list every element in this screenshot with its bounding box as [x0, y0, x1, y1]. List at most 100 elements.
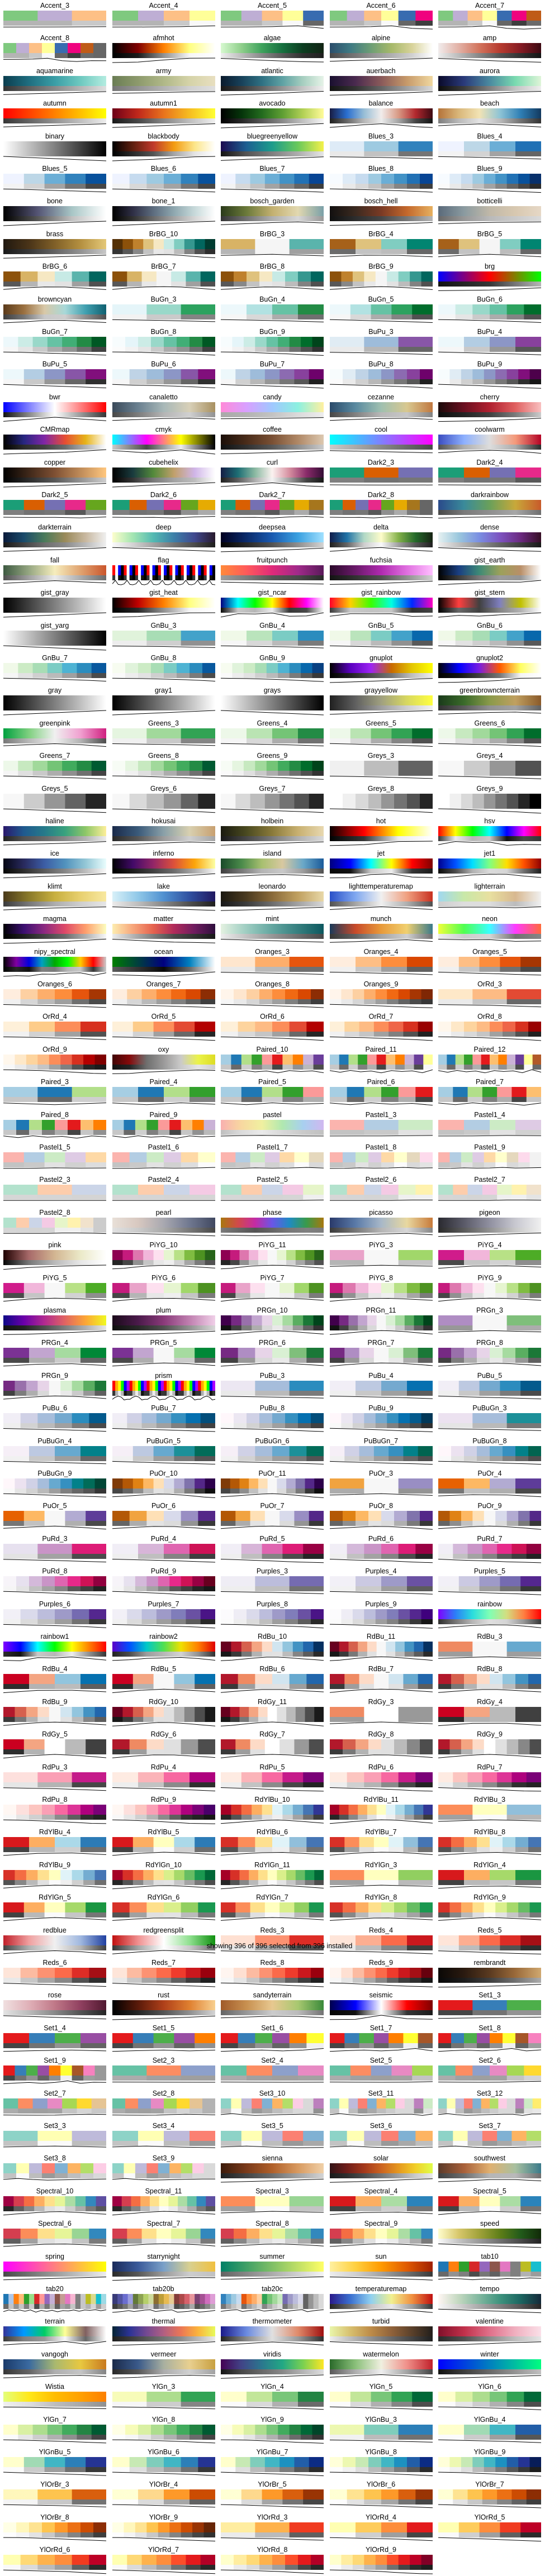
colormap-card[interactable]: PuRd_8 [3, 1567, 106, 1597]
colormap-card[interactable]: PuOr_10 [112, 1469, 215, 1500]
colormap-card[interactable]: RdGy_11 [221, 1697, 324, 1728]
colormap-card[interactable]: darkterrain [3, 523, 106, 554]
colormap-card[interactable]: matter [112, 914, 215, 945]
colormap-card[interactable]: Greens_9 [221, 751, 324, 782]
colormap-card[interactable]: Paired_8 [3, 1110, 106, 1141]
colormap-card[interactable]: bone [3, 197, 106, 227]
colormap-card[interactable]: plasma [3, 1306, 106, 1337]
colormap-card[interactable]: magma [3, 914, 106, 945]
colormap-card[interactable]: afmhot [112, 34, 215, 64]
colormap-card[interactable]: Purples_3 [221, 1567, 324, 1597]
colormap-card[interactable]: BrBG_7 [112, 262, 215, 293]
colormap-card[interactable]: gist_rainbow [330, 588, 433, 619]
colormap-card[interactable]: BrBG_9 [330, 262, 433, 293]
colormap-card[interactable]: Dark2_7 [221, 490, 324, 521]
colormap-card[interactable]: Oranges_4 [330, 947, 433, 978]
colormap-card[interactable]: neon [438, 914, 541, 945]
colormap-card[interactable]: canaletto [112, 393, 215, 423]
colormap-card[interactable]: BuGn_9 [221, 327, 324, 358]
colormap-card[interactable]: rainbow2 [112, 1632, 215, 1663]
colormap-card[interactable]: BuPu_4 [438, 327, 541, 358]
colormap-card[interactable]: hsv [438, 817, 541, 847]
colormap-card[interactable]: GnBu_7 [3, 653, 106, 684]
colormap-card[interactable]: OrRd_5 [112, 1012, 215, 1043]
colormap-card[interactable]: Accent_3 [3, 1, 106, 32]
colormap-card[interactable]: RdGy_10 [112, 1697, 215, 1728]
colormap-card[interactable]: coolwarm [438, 425, 541, 456]
colormap-card[interactable]: ocean [112, 947, 215, 978]
colormap-card[interactable]: RdGy_7 [221, 1730, 324, 1761]
colormap-card[interactable]: atlantic [221, 66, 324, 97]
colormap-card[interactable]: Paired_7 [438, 1077, 541, 1108]
colormap-card[interactable]: pigeon [438, 1208, 541, 1239]
colormap-card[interactable]: greenbrowncterrain [438, 686, 541, 717]
colormap-card[interactable]: Oranges_9 [330, 980, 433, 1010]
colormap-card[interactable]: jet1 [438, 849, 541, 880]
colormap-card[interactable]: autumn [3, 99, 106, 130]
colormap-card[interactable]: gist_stern [438, 588, 541, 619]
colormap-card[interactable]: PuBuGn_7 [330, 1437, 433, 1467]
colormap-card[interactable]: OrRd_7 [330, 1012, 433, 1043]
colormap-card[interactable]: autumn1 [112, 99, 215, 130]
colormap-card[interactable]: PuRd_3 [3, 1534, 106, 1565]
colormap-card[interactable]: hot [330, 817, 433, 847]
colormap-card[interactable]: balance [330, 99, 433, 130]
colormap-card[interactable]: Pastel1_6 [112, 1143, 215, 1173]
colormap-card[interactable]: island [221, 849, 324, 880]
colormap-card[interactable]: gnuplot2 [438, 653, 541, 684]
colormap-card[interactable]: PRGn_3 [438, 1306, 541, 1337]
colormap-card[interactable]: PuBuGn_9 [3, 1469, 106, 1500]
colormap-card[interactable]: inferno [112, 849, 215, 880]
colormap-card[interactable]: grayyellow [330, 686, 433, 717]
colormap-card[interactable]: Purples_7 [112, 1600, 215, 1630]
colormap-card[interactable]: Accent_4 [112, 1, 215, 32]
colormap-card[interactable]: BuGn_6 [438, 295, 541, 326]
colormap-card[interactable]: Purples_5 [438, 1567, 541, 1597]
colormap-card[interactable]: RdPu_5 [221, 1763, 324, 1793]
colormap-card[interactable]: Greens_3 [112, 719, 215, 750]
colormap-card[interactable]: cezanne [330, 393, 433, 423]
colormap-card[interactable]: Pastel2_7 [438, 1175, 541, 1206]
colormap-card[interactable]: Greys_8 [330, 784, 433, 815]
colormap-card[interactable]: alpine [330, 34, 433, 64]
colormap-card[interactable]: Greens_8 [112, 751, 215, 782]
colormap-card[interactable]: prism [112, 1371, 215, 1402]
colormap-card[interactable]: RdBu_5 [112, 1664, 215, 1695]
colormap-card[interactable]: Oranges_5 [438, 947, 541, 978]
colormap-card[interactable]: RdGy_6 [112, 1730, 215, 1761]
colormap-card[interactable]: BuPu_5 [3, 360, 106, 390]
colormap-card[interactable]: Pastel1_8 [330, 1143, 433, 1173]
colormap-card[interactable]: bluegreenyellow [221, 132, 324, 163]
colormap-card[interactable]: grays [221, 686, 324, 717]
colormap-card[interactable]: BuGn_5 [330, 295, 433, 326]
colormap-card[interactable]: PRGn_4 [3, 1338, 106, 1369]
colormap-card[interactable]: BuGn_7 [3, 327, 106, 358]
colormap-card[interactable]: PuOr_5 [3, 1501, 106, 1532]
colormap-card[interactable]: Paired_12 [438, 1045, 541, 1076]
colormap-card[interactable]: brass [3, 230, 106, 260]
colormap-card[interactable]: Blues_6 [112, 164, 215, 195]
colormap-card[interactable]: PiYG_5 [3, 1273, 106, 1304]
colormap-card[interactable]: PiYG_9 [438, 1273, 541, 1304]
colormap-card[interactable]: nipy_spectral [3, 947, 106, 978]
colormap-card[interactable]: Pastel2_8 [3, 1208, 106, 1239]
colormap-card[interactable]: ice [3, 849, 106, 880]
colormap-card[interactable]: pink [3, 1241, 106, 1271]
colormap-card[interactable]: leonardo [221, 882, 324, 913]
colormap-card[interactable]: brg [438, 262, 541, 293]
colormap-card[interactable]: gist_earth [438, 556, 541, 586]
colormap-card[interactable]: Blues_3 [330, 132, 433, 163]
colormap-card[interactable]: OrRd_8 [438, 1012, 541, 1043]
colormap-card[interactable]: PRGn_5 [112, 1338, 215, 1369]
colormap-card[interactable]: BuPu_6 [112, 360, 215, 390]
colormap-card[interactable]: PiYG_6 [112, 1273, 215, 1304]
colormap-card[interactable]: Blues_8 [330, 164, 433, 195]
colormap-card[interactable]: RdGy_8 [330, 1730, 433, 1761]
colormap-card[interactable]: Greens_5 [330, 719, 433, 750]
colormap-card[interactable]: PiYG_11 [221, 1241, 324, 1271]
colormap-card[interactable]: bwr [3, 393, 106, 423]
colormap-card[interactable]: cool [330, 425, 433, 456]
colormap-card[interactable]: bosch_hell [330, 197, 433, 227]
colormap-card[interactable]: RdYlBu_3 [438, 1795, 541, 1826]
colormap-card[interactable]: haline [3, 817, 106, 847]
